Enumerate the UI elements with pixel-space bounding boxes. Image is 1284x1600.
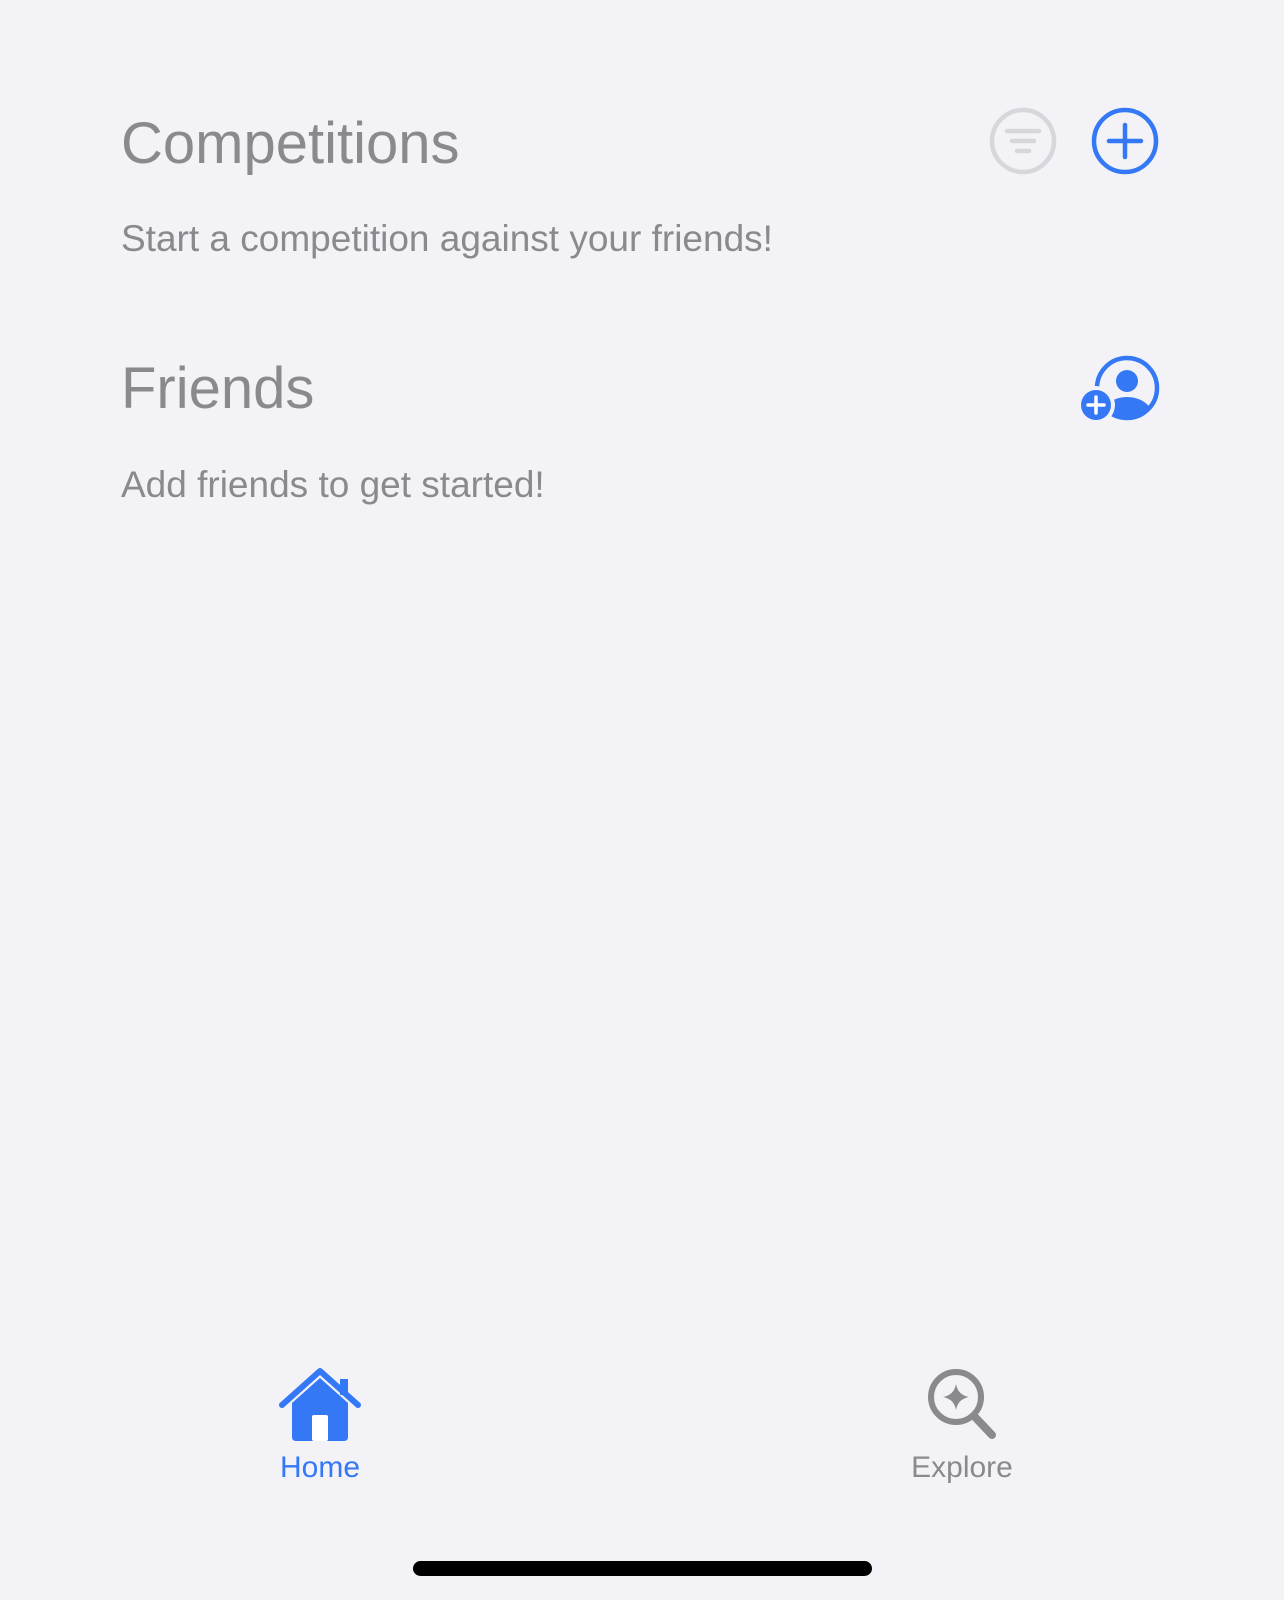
- plus-circle-icon: [1091, 107, 1159, 175]
- add-friend-button[interactable]: [1076, 350, 1166, 425]
- add-competition-button[interactable]: [1090, 106, 1160, 176]
- home-indicator[interactable]: [413, 1561, 872, 1576]
- friends-title: Friends: [121, 356, 315, 421]
- person-add-icon: [1077, 355, 1160, 424]
- friends-empty-message: Add friends to get started!: [121, 464, 545, 505]
- competitions-title: Competitions: [121, 111, 460, 176]
- tab-explore[interactable]: Explore: [862, 1365, 1062, 1483]
- tab-home-label: Home: [279, 1451, 361, 1484]
- house-icon: [279, 1368, 361, 1441]
- sparkle-magnifier-icon: [928, 1369, 996, 1439]
- filter-circle-icon: [989, 107, 1057, 175]
- tab-explore-label: Explore: [911, 1451, 1013, 1484]
- competitions-empty-message: Start a competition against your friends…: [121, 218, 773, 259]
- filter-button[interactable]: [988, 106, 1058, 176]
- tab-home[interactable]: Home: [220, 1365, 420, 1483]
